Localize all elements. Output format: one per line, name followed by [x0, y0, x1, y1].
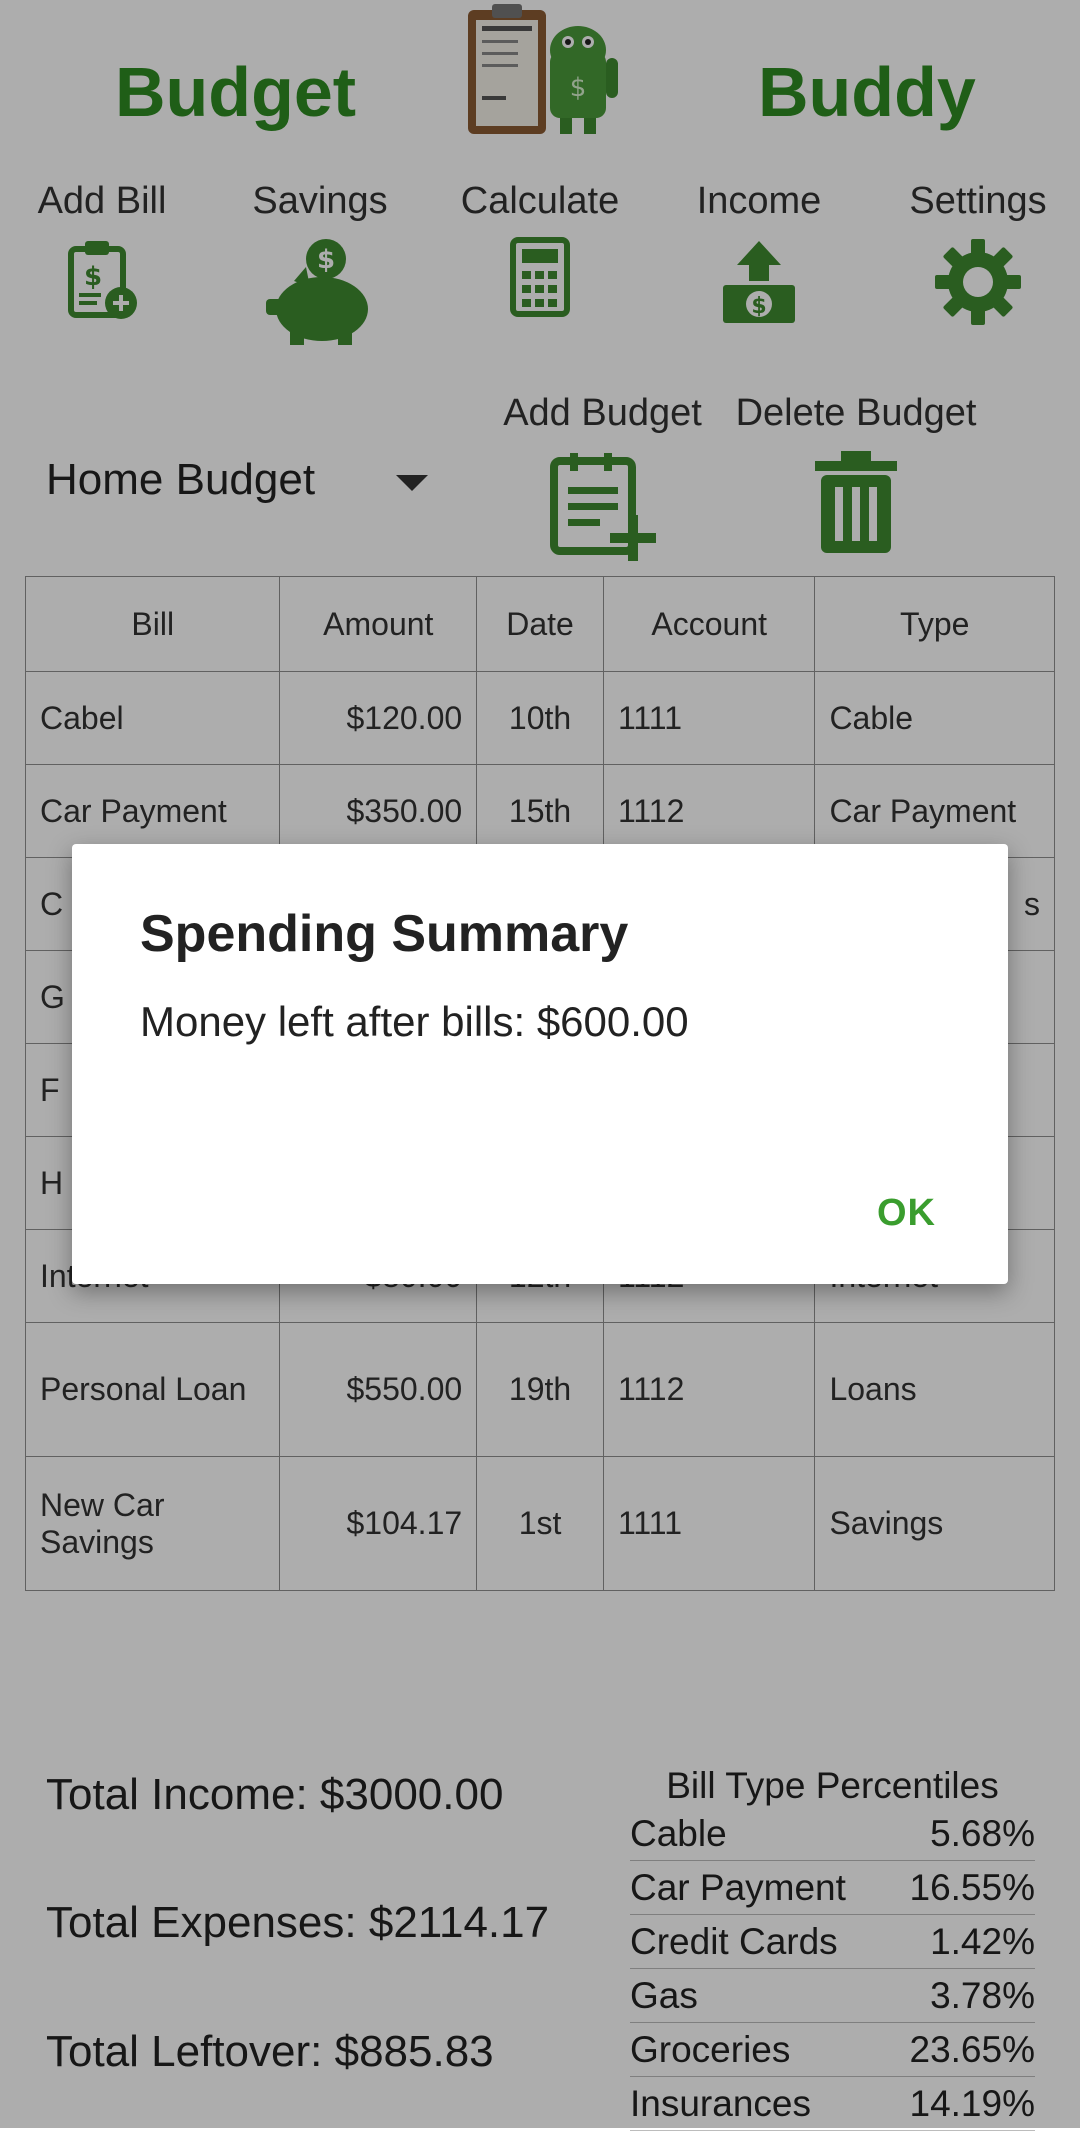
dialog-message: Money left after bills: $600.00: [140, 998, 689, 1045]
ok-button[interactable]: OK: [861, 1184, 952, 1243]
dialog-title: Spending Summary: [140, 905, 629, 963]
budget-buddy-app: Budget $ Buddy Add Bill $ Savings $ Calc…: [0, 0, 1080, 2131]
spending-summary-dialog: Spending Summary Money left after bills:…: [72, 844, 1008, 1284]
